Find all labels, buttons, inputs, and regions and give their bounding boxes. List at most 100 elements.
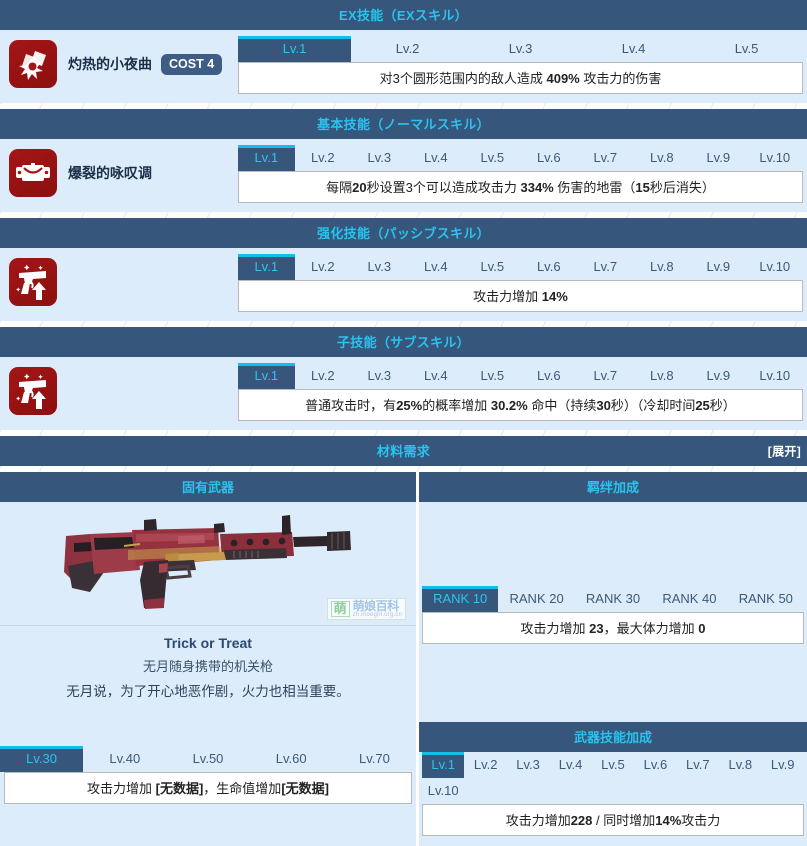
sub-skill-tab-lv-10[interactable]: Lv.10: [747, 363, 804, 389]
normal-skill-tab-lv-6[interactable]: Lv.6: [521, 145, 578, 171]
ex-skill-tab-lv-5[interactable]: Lv.5: [690, 36, 803, 62]
passive-skill-description: 攻击力增加 14%: [238, 280, 803, 312]
normal-skill-tab-lv-1[interactable]: Lv.1: [238, 145, 295, 171]
sub-skill-tab-lv-3[interactable]: Lv.3: [351, 363, 408, 389]
weapon-skill-tabs-wrap: Lv.1 Lv.2 Lv.3 Lv.4 Lv.5 Lv.6 Lv.7 Lv.8 Lv.9 Lv.1…: [419, 752, 807, 842]
passive-skill-section: 强化技能（パッシブスキル） Lv.1 Lv.2 Lv.3 Lv.4 Lv.5 Lv.6 Lv…: [0, 218, 807, 321]
bond-tab-rank-10[interactable]: RANK 10: [422, 586, 499, 612]
skill-sections: EX技能（EXスキル） 灼热的小夜曲 COST 4 Lv.1 Lv.2 Lv.3 Lv.4…: [0, 0, 807, 430]
weapon-tab-lv-40[interactable]: Lv.40: [83, 746, 166, 772]
weapon-skill-level-tabs[interactable]: Lv.1 Lv.2 Lv.3 Lv.4 Lv.5 Lv.6 Lv.7 Lv.8 Lv.9 Lv.1…: [422, 752, 804, 804]
weapon-skill-tab-lv-1[interactable]: Lv.1: [422, 752, 465, 778]
sub-skill-tab-lv-6[interactable]: Lv.6: [521, 363, 578, 389]
pistol-up-icon: [9, 258, 57, 306]
sub-skill-tab-lv-2[interactable]: Lv.2: [295, 363, 352, 389]
sub-skill-levels: Lv.1 Lv.2 Lv.3 Lv.4 Lv.5 Lv.6 Lv.7 Lv.8 Lv.9 Lv.1…: [238, 363, 807, 421]
weapon-column-spacer: [0, 700, 416, 746]
sub-skill-tab-lv-1[interactable]: Lv.1: [238, 363, 295, 389]
normal-skill-tab-lv-8[interactable]: Lv.8: [634, 145, 691, 171]
normal-skill-body: 爆裂的咏叹调 Lv.1 Lv.2 Lv.3 Lv.4 Lv.5 Lv.6 Lv.7 Lv.8 Lv…: [0, 139, 807, 212]
site-watermark: 萌 萌娘百科 zh.moegirl.org.cn: [326, 598, 406, 620]
weapon-skill-description: 攻击力增加228 / 同时增加14%攻击力: [422, 804, 804, 836]
bottom-columns: 固有武器 萌 萌娘百科 zh.moegirl.org.cn Trick or T…: [0, 472, 807, 846]
materials-title: 材料需求: [376, 444, 431, 459]
passive-skill-tab-lv-6[interactable]: Lv.6: [521, 254, 578, 280]
ex-skill-tab-lv-4[interactable]: Lv.4: [577, 36, 690, 62]
passive-skill-tab-lv-5[interactable]: Lv.5: [464, 254, 521, 280]
mine-bomb-icon: [9, 149, 57, 197]
passive-skill-tab-lv-10[interactable]: Lv.10: [747, 254, 804, 280]
sub-skill-header: 子技能（サブスキル）: [0, 327, 807, 357]
weapon-skill-tab-lv-6[interactable]: Lv.6: [634, 752, 676, 778]
weapon-tab-lv-50[interactable]: Lv.50: [166, 746, 249, 772]
normal-skill-tab-lv-9[interactable]: Lv.9: [690, 145, 747, 171]
ex-skill-cost-badge: COST 4: [161, 53, 223, 75]
weapon-level-tabs-wrap: Lv.30 Lv.40 Lv.50 Lv.60 Lv.70 攻击力增加 [无数据]，生命…: [0, 746, 416, 804]
ex-skill-tab-lv-2[interactable]: Lv.2: [351, 36, 464, 62]
passive-skill-tab-lv-3[interactable]: Lv.3: [351, 254, 408, 280]
passive-skill-tab-lv-1[interactable]: Lv.1: [238, 254, 295, 280]
sub-skill-tab-lv-7[interactable]: Lv.7: [577, 363, 634, 389]
weapon-tab-lv-60[interactable]: Lv.60: [250, 746, 333, 772]
weapon-skill-tab-lv-3[interactable]: Lv.3: [507, 752, 549, 778]
passive-skill-tab-lv-2[interactable]: Lv.2: [295, 254, 352, 280]
passive-skill-levels: Lv.1 Lv.2 Lv.3 Lv.4 Lv.5 Lv.6 Lv.7 Lv.8 Lv.9 Lv.1…: [238, 254, 807, 312]
sub-skill-tab-lv-4[interactable]: Lv.4: [408, 363, 465, 389]
bond-tab-rank-30[interactable]: RANK 30: [575, 586, 651, 612]
weapon-tab-lv-70[interactable]: Lv.70: [333, 746, 416, 772]
watermark-main-text: 萌娘百科: [352, 599, 400, 613]
normal-skill-tab-lv-10[interactable]: Lv.10: [747, 145, 804, 171]
bond-rank-tabs-wrap: RANK 10 RANK 20 RANK 30 RANK 40 RANK 50 攻击力增…: [419, 586, 807, 650]
pistol-up-icon: [16, 264, 46, 300]
weapon-skill-tab-lv-2[interactable]: Lv.2: [464, 752, 506, 778]
weapon-skill-tab-lv-4[interactable]: Lv.4: [549, 752, 591, 778]
passive-skill-body: Lv.1 Lv.2 Lv.3 Lv.4 Lv.5 Lv.6 Lv.7 Lv.8 Lv.9 Lv.1…: [0, 248, 807, 321]
passive-skill-tab-lv-9[interactable]: Lv.9: [690, 254, 747, 280]
weapon-skill-tab-lv-8[interactable]: Lv.8: [719, 752, 761, 778]
weapon-image: 萌 萌娘百科 zh.moegirl.org.cn: [0, 502, 416, 626]
weapon-column-header: 固有武器: [0, 472, 416, 502]
ex-skill-name: 灼热的小夜曲: [68, 56, 152, 72]
weapon-skill-tab-lv-9[interactable]: Lv.9: [762, 752, 804, 778]
weapon-tab-lv-30[interactable]: Lv.30: [0, 746, 84, 772]
sub-skill-tab-lv-8[interactable]: Lv.8: [634, 363, 691, 389]
bond-tab-rank-50[interactable]: RANK 50: [728, 586, 804, 612]
weapon-level-tabs[interactable]: Lv.30 Lv.40 Lv.50 Lv.60 Lv.70: [0, 746, 416, 772]
normal-skill-description: 每隔20秒设置3个可以造成攻击力 334% 伤害的地雷（15秒后消失）: [238, 171, 803, 203]
passive-skill-level-tabs[interactable]: Lv.1 Lv.2 Lv.3 Lv.4 Lv.5 Lv.6 Lv.7 Lv.8 Lv.9 Lv.1…: [238, 254, 803, 280]
mine-bomb-icon: [16, 163, 50, 181]
normal-skill-tab-lv-3[interactable]: Lv.3: [351, 145, 408, 171]
bond-rank-tabs[interactable]: RANK 10 RANK 20 RANK 30 RANK 40 RANK 50: [422, 586, 804, 612]
sub-skill-level-tabs[interactable]: Lv.1 Lv.2 Lv.3 Lv.4 Lv.5 Lv.6 Lv.7 Lv.8 Lv.9 Lv.1…: [238, 363, 803, 389]
sub-skill-identity: [0, 363, 238, 419]
normal-skill-header: 基本技能（ノーマルスキル）: [0, 109, 807, 139]
passive-skill-tab-lv-8[interactable]: Lv.8: [634, 254, 691, 280]
normal-skill-tab-lv-4[interactable]: Lv.4: [408, 145, 465, 171]
weapon-skill-tab-lv-5[interactable]: Lv.5: [592, 752, 634, 778]
watermark-glyph: 萌: [330, 601, 350, 617]
weapon-subtitle: 无月随身携带的机关枪: [142, 659, 273, 674]
ex-skill-tab-lv-1[interactable]: Lv.1: [238, 36, 351, 62]
ex-skill-level-tabs[interactable]: Lv.1 Lv.2 Lv.3 Lv.4 Lv.5: [238, 36, 803, 62]
normal-skill-tab-lv-7[interactable]: Lv.7: [577, 145, 634, 171]
weapon-skill-tab-lv-10[interactable]: Lv.10: [422, 778, 464, 804]
materials-expand-link[interactable]: [展开]: [768, 443, 801, 460]
passive-skill-tab-lv-7[interactable]: Lv.7: [577, 254, 634, 280]
ex-skill-body: 灼热的小夜曲 COST 4 Lv.1 Lv.2 Lv.3 Lv.4 Lv.5 对3个圆形范围内…: [0, 30, 807, 103]
passive-skill-identity: [0, 254, 238, 310]
normal-skill-level-tabs[interactable]: Lv.1 Lv.2 Lv.3 Lv.4 Lv.5 Lv.6 Lv.7 Lv.8 Lv.9 Lv.1…: [238, 145, 803, 171]
weapon-skill-tab-lv-7[interactable]: Lv.7: [677, 752, 719, 778]
ex-skill-identity: 灼热的小夜曲 COST 4: [0, 36, 238, 92]
bond-tab-rank-40[interactable]: RANK 40: [651, 586, 727, 612]
ex-skill-tab-lv-3[interactable]: Lv.3: [464, 36, 577, 62]
normal-skill-tab-lv-5[interactable]: Lv.5: [464, 145, 521, 171]
sub-skill-tab-lv-9[interactable]: Lv.9: [690, 363, 747, 389]
sub-skill-tab-lv-5[interactable]: Lv.5: [464, 363, 521, 389]
weapon-name: Trick or Treat: [164, 635, 252, 651]
passive-skill-tab-lv-4[interactable]: Lv.4: [408, 254, 465, 280]
ex-skill-levels: Lv.1 Lv.2 Lv.3 Lv.4 Lv.5 对3个圆形范围内的敌人造成 409% 攻…: [238, 36, 807, 94]
bond-tab-rank-20[interactable]: RANK 20: [498, 586, 574, 612]
normal-skill-name: 爆裂的咏叹调: [68, 165, 152, 181]
ex-skill-description: 对3个圆形范围内的敌人造成 409% 攻击力的伤害: [238, 62, 803, 94]
normal-skill-tab-lv-2[interactable]: Lv.2: [295, 145, 352, 171]
